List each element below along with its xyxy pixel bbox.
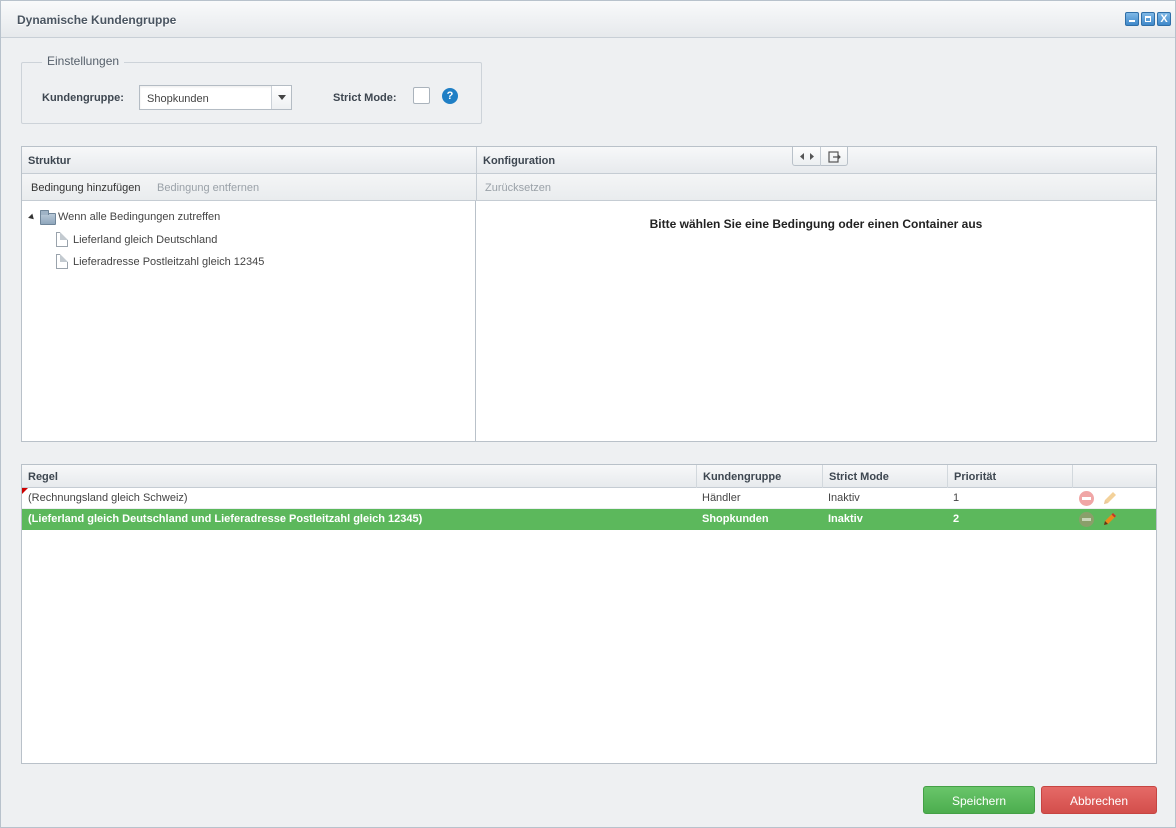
add-condition-button[interactable]: Bedingung hinzufügen bbox=[31, 182, 140, 194]
column-header-label: Regel bbox=[28, 471, 58, 483]
panel-toggle-group bbox=[792, 147, 848, 166]
column-header-strict-mode[interactable]: Strict Mode bbox=[823, 465, 948, 488]
customer-group-value: Shopkunden bbox=[147, 93, 209, 105]
column-header-label: Kundengruppe bbox=[703, 471, 782, 483]
settings-legend: Einstellungen bbox=[42, 54, 125, 68]
customer-group-cell: Shopkunden bbox=[702, 513, 769, 525]
column-header-customer-group[interactable]: Kundengruppe bbox=[697, 465, 823, 488]
customer-group-cell: Händler bbox=[702, 492, 741, 504]
document-icon bbox=[56, 232, 68, 247]
expand-arrow-icon[interactable] bbox=[28, 213, 36, 222]
table-row-selected[interactable]: (Lieferland gleich Deutschland und Liefe… bbox=[22, 509, 1156, 530]
configuration-title: Konfiguration bbox=[483, 155, 556, 167]
editor-panel: Struktur Konfiguration Bedingung hinzufü… bbox=[21, 146, 1157, 442]
grid-header: Regel Kundengruppe Strict Mode Priorität bbox=[22, 465, 1156, 488]
priority-cell: 2 bbox=[953, 513, 960, 525]
strict-mode-cell: Inaktiv bbox=[828, 513, 863, 525]
customer-group-select[interactable]: Shopkunden bbox=[139, 85, 292, 110]
configuration-placeholder: Bitte wählen Sie eine Bedingung oder ein… bbox=[649, 217, 983, 231]
configuration-area: Bitte wählen Sie eine Bedingung oder ein… bbox=[476, 202, 1156, 440]
priority-cell: 1 bbox=[953, 492, 960, 504]
pencil-icon[interactable] bbox=[1102, 511, 1118, 527]
reset-button[interactable]: Zurücksetzen bbox=[485, 182, 551, 194]
rule-cell: (Rechnungsland gleich Schweiz) bbox=[28, 492, 188, 504]
document-icon bbox=[56, 254, 68, 269]
window-controls: X bbox=[1125, 12, 1171, 26]
column-header-label: Priorität bbox=[954, 471, 997, 483]
configuration-header: Konfiguration bbox=[476, 147, 1156, 174]
strict-mode-label: Strict Mode: bbox=[333, 92, 397, 104]
remove-condition-button[interactable]: Bedingung entfernen bbox=[157, 182, 259, 194]
cancel-button[interactable]: Abbrechen bbox=[1041, 786, 1157, 814]
settings-fieldset: Einstellungen Kundengruppe: Shopkunden S… bbox=[21, 54, 482, 124]
delete-icon[interactable] bbox=[1079, 491, 1094, 506]
configuration-toolbar: Zurücksetzen bbox=[476, 174, 1156, 201]
structure-title: Struktur bbox=[28, 155, 71, 167]
chevron-down-icon[interactable] bbox=[271, 86, 291, 109]
rule-cell: (Lieferland gleich Deutschland und Liefe… bbox=[28, 513, 423, 525]
maximize-icon[interactable] bbox=[1141, 12, 1155, 26]
structure-toolbar: Bedingung hinzufügen Bedingung entfernen bbox=[22, 174, 476, 201]
close-icon[interactable]: X bbox=[1157, 12, 1171, 26]
folder-icon bbox=[40, 210, 56, 225]
strict-mode-checkbox[interactable] bbox=[413, 87, 430, 104]
tree-item[interactable]: Lieferadresse Postleitzahl gleich 12345 bbox=[56, 254, 316, 270]
strict-mode-cell: Inaktiv bbox=[828, 492, 860, 504]
delete-icon[interactable] bbox=[1079, 512, 1094, 527]
table-row[interactable]: (Rechnungsland gleich Schweiz) Händler I… bbox=[22, 488, 1156, 509]
structure-header: Struktur bbox=[22, 147, 476, 174]
window-titlebar[interactable]: Dynamische Kundengruppe X bbox=[1, 1, 1175, 38]
column-header-rule[interactable]: Regel bbox=[22, 465, 697, 488]
rules-grid: Regel Kundengruppe Strict Mode Priorität… bbox=[21, 464, 1157, 764]
column-header-priority[interactable]: Priorität bbox=[948, 465, 1073, 488]
tree-item-label: Lieferadresse Postleitzahl gleich 12345 bbox=[73, 256, 265, 268]
collapse-arrows-icon[interactable] bbox=[793, 147, 821, 166]
dynamic-customer-group-window: Dynamische Kundengruppe X Einstellungen … bbox=[0, 0, 1176, 828]
save-button[interactable]: Speichern bbox=[923, 786, 1035, 814]
minimize-icon[interactable] bbox=[1125, 12, 1139, 26]
customer-group-label: Kundengruppe: bbox=[42, 92, 124, 104]
pencil-icon[interactable] bbox=[1102, 490, 1118, 506]
tree-root-label: Wenn alle Bedingungen zutreffen bbox=[58, 211, 221, 223]
tree-item[interactable]: Lieferland gleich Deutschland bbox=[56, 232, 316, 248]
help-icon[interactable]: ? bbox=[442, 88, 458, 104]
export-icon[interactable] bbox=[821, 147, 848, 166]
condition-tree: Wenn alle Bedingungen zutreffen Lieferla… bbox=[22, 202, 475, 440]
tree-root-row[interactable]: Wenn alle Bedingungen zutreffen bbox=[28, 210, 288, 225]
window-title: Dynamische Kundengruppe bbox=[17, 13, 177, 27]
column-header-label: Strict Mode bbox=[829, 471, 889, 483]
tree-item-label: Lieferland gleich Deutschland bbox=[73, 234, 218, 246]
column-header-actions bbox=[1073, 465, 1156, 488]
